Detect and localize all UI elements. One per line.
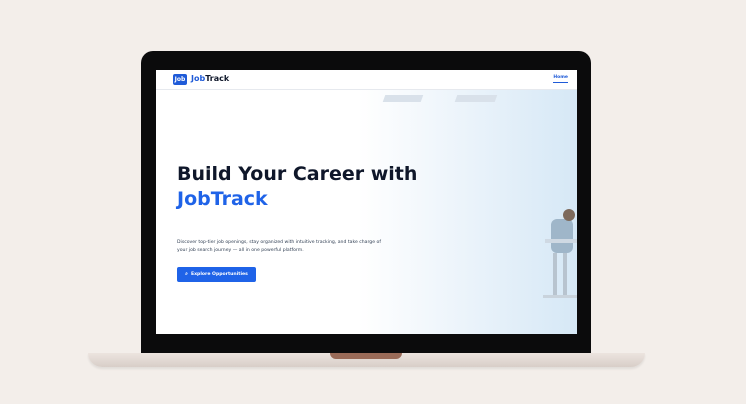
hero-title-accent: JobTrack (177, 188, 268, 210)
hero-section: Build Your Career with JobTrack Discover… (156, 89, 577, 334)
brand-name[interactable]: JobTrack (191, 73, 229, 85)
ceiling-light-decoration (454, 95, 498, 102)
office-worker-illustration (543, 209, 577, 298)
laptop-screen: Job JobTrack Home Build Your Career with… (156, 70, 577, 334)
laptop-notch (330, 353, 402, 359)
cta-label: Explore Opportunities (190, 272, 248, 277)
explore-opportunities-button[interactable]: ⌕ Explore Opportunities (177, 267, 256, 282)
hero-description: Discover top-tier job openings, stay org… (177, 240, 381, 253)
nav-link-home[interactable]: Home (553, 75, 568, 83)
jobtrack-logo-icon[interactable]: Job (173, 74, 187, 85)
navbar: Job JobTrack Home (156, 70, 577, 90)
hero-title-line1: Build Your Career with (177, 163, 418, 185)
brand-name-secondary: Track (205, 74, 230, 83)
hero-title: Build Your Career with JobTrack (177, 162, 437, 212)
ceiling-light-decoration (382, 95, 424, 102)
search-icon: ⌕ (185, 271, 188, 277)
brand-name-primary: Job (191, 74, 206, 83)
